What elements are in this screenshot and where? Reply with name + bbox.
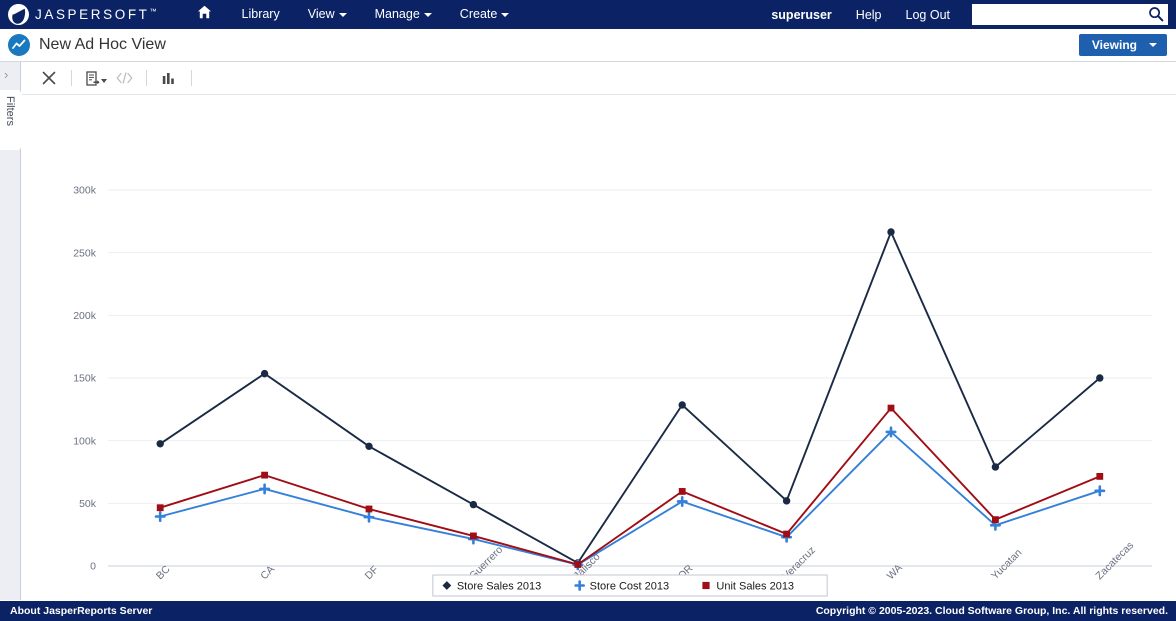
data-point-marker[interactable] [261, 471, 268, 479]
data-point-marker[interactable] [260, 369, 269, 378]
chart-legend: Store Sales 2013 Store Cost 2013 Unit Sale… [432, 574, 828, 597]
data-point-marker[interactable] [156, 504, 164, 512]
bar-chart-icon [162, 72, 174, 84]
brand-trademark: ™ [149, 8, 157, 16]
y-axis-tick-label: 50k [79, 498, 97, 510]
legend-label[interactable]: Unit Sales 2013 [716, 581, 794, 593]
adhoc-view-chart-icon [8, 34, 30, 56]
nav-item-library-label: Library [241, 7, 280, 21]
nav-item-view[interactable]: View [294, 0, 361, 29]
code-brackets-icon [116, 72, 132, 84]
nav-item-library[interactable]: Library [228, 0, 294, 29]
chevron-down-icon [1149, 43, 1157, 47]
y-axis-tick-label: 0 [90, 561, 96, 573]
nav-item-create-label: Create [459, 7, 498, 21]
data-point-marker[interactable] [676, 495, 688, 507]
main-menu: Library View Manage Create [181, 0, 524, 29]
line-chart: 0 50k 100k 150k 200k 250k 300k BC CA DF Guerrero Ja… [22, 96, 1176, 601]
home-icon[interactable] [181, 0, 228, 29]
view-source-button[interactable] [111, 67, 137, 89]
data-point-marker[interactable] [783, 530, 790, 538]
view-title-bar: New Ad Hoc View Viewing [0, 29, 1176, 62]
export-button[interactable] [81, 67, 111, 89]
copyright-text: Copyright © 2005-2023. Cloud Software Gr… [815, 605, 1168, 617]
chart-type-button[interactable] [156, 67, 182, 89]
legend-marker [702, 581, 710, 590]
y-axis-tick-label: 100k [73, 435, 97, 447]
chevron-down-icon [501, 12, 510, 17]
data-point-marker[interactable] [1096, 374, 1104, 382]
about-link[interactable]: About JasperReports Server [0, 605, 152, 617]
jaspersoft-logo-text: JASPERSOFT™ [35, 7, 157, 22]
jaspersoft-logo[interactable]: JASPERSOFT™ [0, 4, 157, 25]
data-point-marker[interactable] [991, 463, 1000, 471]
logout-link[interactable]: Log Out [894, 8, 962, 22]
close-x-icon [42, 71, 56, 85]
viewing-mode-label: Viewing [1091, 38, 1137, 52]
legend-label[interactable]: Store Cost 2013 [590, 581, 670, 593]
filters-tab-label: Filters [4, 96, 16, 126]
series-line [159, 231, 1101, 564]
search-box [972, 4, 1168, 25]
jaspersoft-logo-mark [8, 4, 29, 25]
chevron-down-icon [338, 12, 347, 17]
data-point-marker[interactable] [992, 516, 999, 524]
data-point-marker[interactable] [469, 500, 478, 509]
viewing-mode-button[interactable]: Viewing [1078, 34, 1167, 56]
series-line [159, 407, 1101, 566]
top-navigation-bar: JASPERSOFT™ Library View Manage Create s… [0, 0, 1176, 29]
data-point-marker[interactable] [678, 401, 686, 409]
data-point-marker[interactable] [363, 511, 375, 523]
series-line [159, 430, 1101, 566]
data-point-marker[interactable] [259, 483, 271, 495]
data-point-marker[interactable] [574, 561, 582, 568]
chevron-down-icon [423, 12, 432, 17]
view-toolbar [22, 62, 1176, 95]
y-axis-tick-label: 300k [73, 185, 97, 197]
current-user-menu[interactable]: superuser [759, 8, 843, 22]
filters-rail: › Filters [0, 62, 21, 601]
legend-label[interactable]: Store Sales 2013 [457, 581, 541, 593]
data-point-marker[interactable] [887, 228, 895, 236]
y-axis-tick-label: 250k [73, 247, 97, 259]
data-point-marker[interactable] [365, 505, 373, 513]
footer-bar: About JasperReports Server Copyright © 2… [0, 601, 1176, 621]
chevron-right-icon[interactable]: › [4, 68, 8, 81]
data-point-marker[interactable] [156, 440, 164, 448]
view-canvas: 0 50k 100k 150k 200k 250k 300k BC CA DF Guerrero Ja… [22, 62, 1176, 601]
filters-tab[interactable]: Filters [0, 90, 21, 150]
x-axis-tick-label: Yucatan [989, 547, 1024, 582]
data-point-marker[interactable] [887, 404, 895, 412]
page-title: New Ad Hoc View [39, 36, 166, 53]
y-axis-tick-label: 150k [73, 373, 97, 385]
chart-canvas[interactable]: 050k100k150k200k250k300kBC CA DF Guerrero Ja… [22, 96, 1176, 601]
search-input[interactable] [972, 5, 1142, 24]
data-point-marker[interactable] [678, 488, 686, 495]
export-icon [85, 70, 100, 86]
nav-item-manage-label: Manage [374, 7, 420, 21]
toolbar-divider [191, 70, 192, 86]
nav-item-create[interactable]: Create [446, 0, 524, 29]
toolbar-divider [71, 70, 72, 86]
data-point-marker[interactable] [1094, 485, 1106, 497]
y-axis-tick-label: 200k [73, 310, 97, 322]
data-point-marker[interactable] [365, 442, 373, 451]
close-button[interactable] [36, 67, 62, 89]
data-point-marker[interactable] [154, 510, 166, 522]
top-right-controls: superuser Help Log Out [759, 4, 1176, 25]
brand-name: JASPERSOFT [35, 7, 150, 22]
nav-item-manage[interactable]: Manage [361, 0, 446, 29]
search-icon[interactable] [1148, 6, 1164, 22]
chevron-down-icon [100, 78, 107, 83]
toolbar-divider [146, 70, 147, 86]
data-point-marker[interactable] [470, 532, 477, 540]
x-axis-tick-label: Zacatecas [1093, 539, 1136, 582]
data-point-marker[interactable] [1096, 472, 1104, 480]
data-point-marker[interactable] [782, 497, 791, 505]
help-link[interactable]: Help [844, 8, 894, 22]
x-axis-tick-label: WA [885, 562, 905, 582]
nav-item-view-label: View [307, 7, 335, 21]
